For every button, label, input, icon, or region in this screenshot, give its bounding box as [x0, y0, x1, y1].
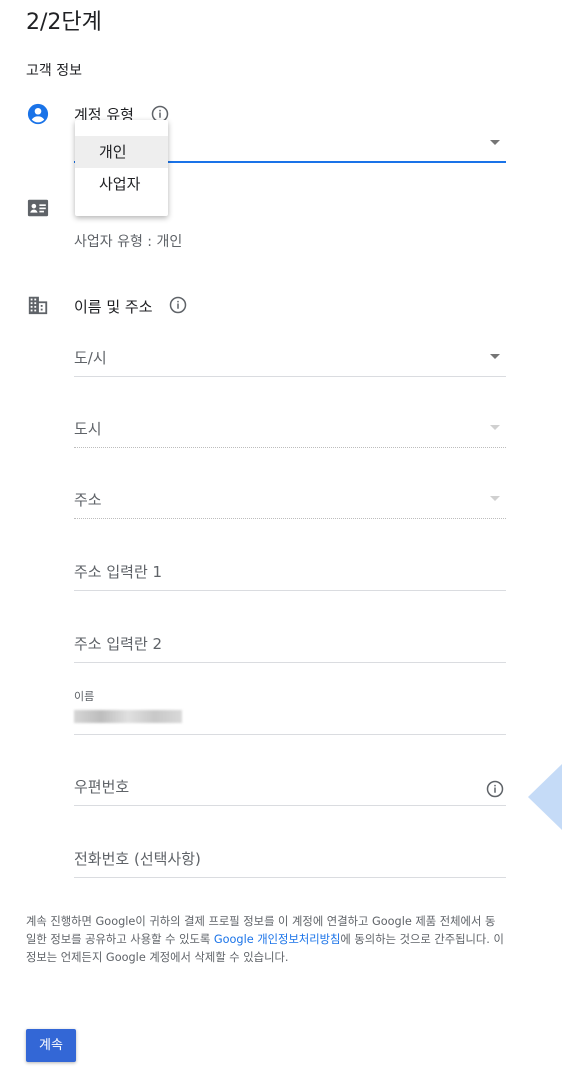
- address-line2-placeholder: 주소 입력란 2: [74, 635, 163, 653]
- step-title: 2/2단계: [26, 10, 102, 35]
- info-icon[interactable]: [169, 296, 187, 314]
- name-input[interactable]: 이름: [74, 688, 506, 735]
- address-select[interactable]: 주소: [74, 479, 506, 519]
- phone-placeholder: 전화번호 (선택사항): [74, 850, 201, 868]
- option-individual[interactable]: 개인: [75, 136, 168, 168]
- redacted-name: [74, 710, 182, 723]
- phone-input[interactable]: 전화번호 (선택사항): [74, 838, 506, 878]
- postal-code-placeholder: 우편번호: [74, 778, 130, 796]
- business-card-icon: [27, 199, 49, 217]
- city-select[interactable]: 도시: [74, 408, 506, 448]
- account-type-dropdown: 개인 사업자: [75, 120, 168, 216]
- province-select[interactable]: 도/시: [74, 337, 506, 377]
- building-icon: [28, 296, 48, 315]
- address-line1-input[interactable]: 주소 입력란 1: [74, 551, 506, 591]
- tooltip-pointer: [528, 764, 562, 830]
- option-business[interactable]: 사업자: [75, 168, 168, 200]
- info-icon[interactable]: [486, 780, 504, 798]
- privacy-policy-link[interactable]: Google 개인정보처리방침: [214, 933, 341, 946]
- name-address-label: 이름 및 주소: [74, 298, 153, 316]
- continue-button[interactable]: 계속: [26, 1029, 76, 1062]
- consent-text: 계속 진행하면 Google이 귀하의 결제 프로필 정보를 이 계정에 연결하…: [26, 913, 504, 967]
- section-title: 고객 정보: [26, 63, 82, 79]
- province-label: 도/시: [74, 349, 107, 367]
- city-label: 도시: [74, 420, 102, 438]
- name-field-label: 이름: [74, 690, 95, 703]
- address-label: 주소: [74, 491, 102, 509]
- business-type-summary: 사업자 유형 : 개인: [74, 234, 183, 250]
- address-line1-placeholder: 주소 입력란 1: [74, 563, 163, 581]
- address-line2-input[interactable]: 주소 입력란 2: [74, 623, 506, 663]
- account-circle-icon: [27, 103, 49, 125]
- postal-code-input[interactable]: 우편번호: [74, 766, 506, 806]
